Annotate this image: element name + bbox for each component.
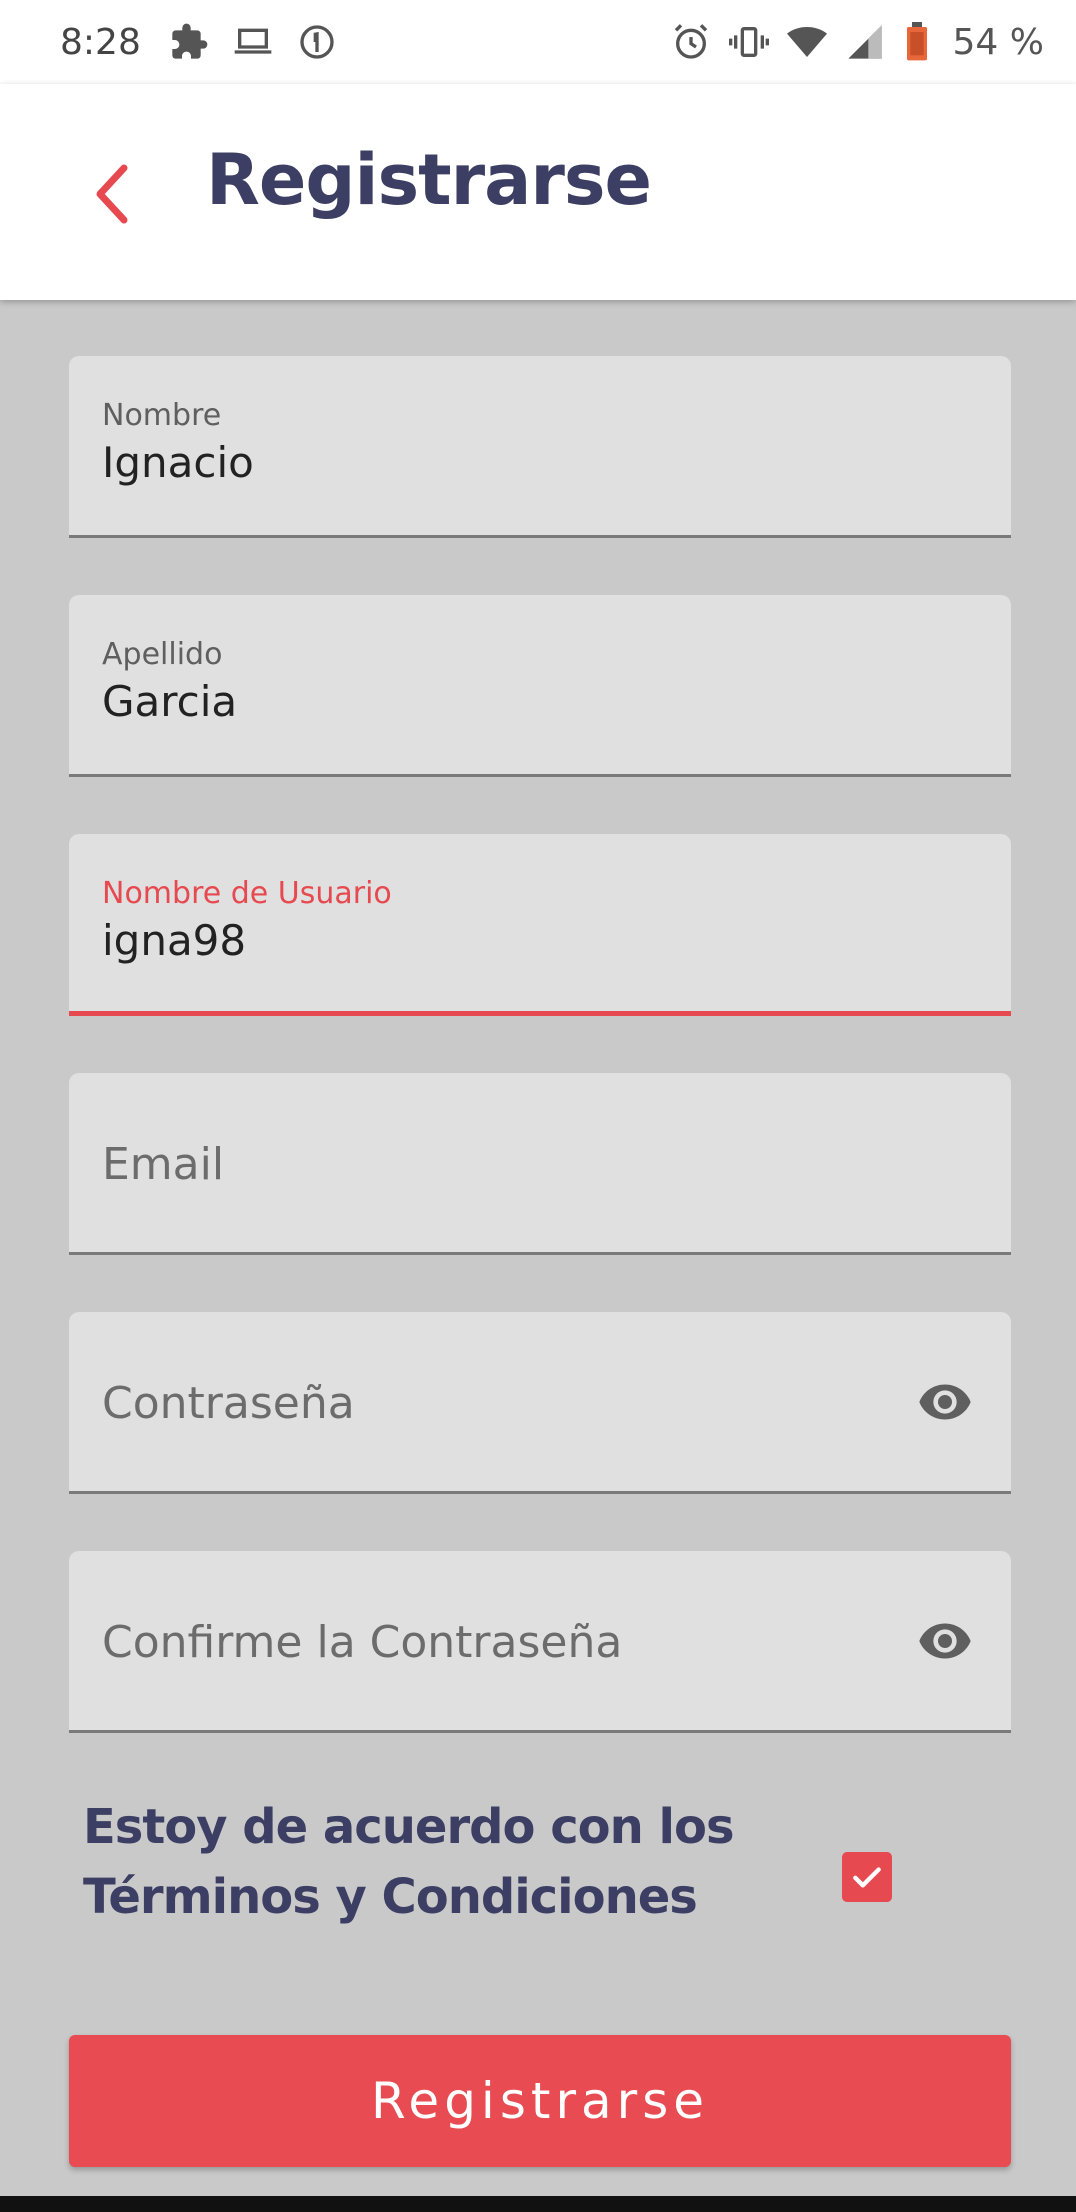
- username-input[interactable]: igna98: [102, 916, 246, 965]
- password-placeholder: Contraseña: [102, 1378, 355, 1429]
- register-button[interactable]: Registrarse: [69, 2035, 1011, 2167]
- wifi-icon: [786, 22, 827, 62]
- terms-checkbox[interactable]: [842, 1852, 892, 1902]
- back-button[interactable]: [80, 154, 140, 234]
- chevron-left-icon: [96, 164, 128, 224]
- status-right-icons: 54 %: [671, 22, 1044, 63]
- username-label: Nombre de Usuario: [102, 876, 392, 911]
- apellido-field[interactable]: Apellido Garcia: [69, 595, 1011, 777]
- email-placeholder: Email: [102, 1139, 225, 1190]
- page-title: Registrarse: [206, 139, 652, 221]
- nombre-input[interactable]: Ignacio: [102, 438, 254, 487]
- signal-icon: [845, 22, 885, 62]
- checkmark-icon: [853, 1867, 881, 1888]
- navigation-bar-edge: [0, 2196, 1076, 2212]
- terms-line-1: Estoy de acuerdo con los: [83, 1799, 735, 1855]
- confirm-password-placeholder: Confirme la Contraseña: [102, 1617, 623, 1668]
- vibrate-icon: [728, 22, 769, 62]
- confirm-password-field[interactable]: Confirme la Contraseña: [69, 1551, 1011, 1733]
- email-field[interactable]: Email: [69, 1073, 1011, 1255]
- app-bar: Registrarse: [0, 84, 1076, 300]
- username-field[interactable]: Nombre de Usuario igna98: [69, 834, 1011, 1016]
- alarm-icon: [671, 22, 711, 62]
- status-time: 8:28: [60, 21, 141, 63]
- status-left-icons: [169, 22, 337, 62]
- password-field[interactable]: Contraseña: [69, 1312, 1011, 1494]
- puzzle-icon: [169, 22, 209, 62]
- toggle-password-visibility-icon[interactable]: [913, 1374, 977, 1430]
- terms-label: Estoy de acuerdo con los Términos y Cond…: [83, 1792, 803, 1932]
- nombre-label: Nombre: [102, 398, 222, 433]
- battery-icon: [903, 22, 931, 62]
- battery-percent: 54 %: [952, 21, 1044, 63]
- terms-line-2: Términos y Condiciones: [83, 1869, 698, 1925]
- toggle-confirm-password-visibility-icon[interactable]: [913, 1613, 977, 1669]
- laptop-icon: [233, 22, 273, 62]
- status-bar: 8:28 54 %: [0, 0, 1076, 84]
- nombre-field[interactable]: Nombre Ignacio: [69, 356, 1011, 538]
- apellido-input[interactable]: Garcia: [102, 677, 237, 726]
- food-icon: [297, 22, 337, 62]
- apellido-label: Apellido: [102, 637, 223, 672]
